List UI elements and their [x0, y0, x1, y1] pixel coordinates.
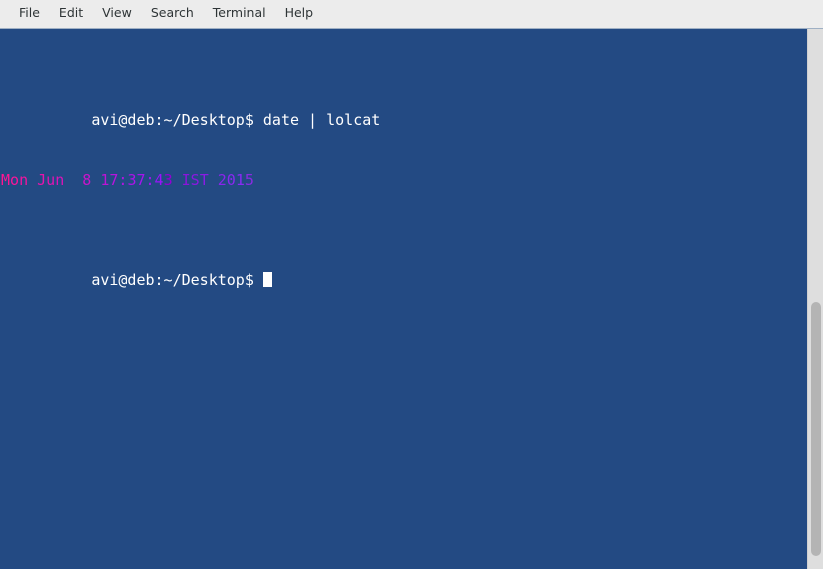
- lolcat-char: T: [199, 171, 209, 189]
- lolcat-char: 8: [82, 171, 92, 189]
- command-text: date | lolcat: [262, 111, 381, 129]
- menu-item-search[interactable]: Search: [142, 4, 203, 24]
- menu-bar: File Edit View Search Terminal Help: [0, 0, 823, 29]
- menu-item-edit[interactable]: Edit: [50, 4, 92, 24]
- terminal-line-output: Mon Jun 8 17:37:43 IST 2015: [1, 170, 807, 190]
- lolcat-char: n: [55, 171, 65, 189]
- terminal-window: File Edit View Search Terminal Help avi@…: [0, 0, 823, 569]
- lolcat-char: [73, 171, 82, 189]
- lolcat-char: 4: [154, 171, 164, 189]
- lolcat-char: 3: [163, 171, 173, 189]
- menu-item-terminal[interactable]: Terminal: [204, 4, 275, 24]
- lolcat-char: :: [145, 171, 155, 189]
- terminal-screen[interactable]: avi@deb:~/Desktop$ date | lolcat Mon Jun…: [0, 29, 807, 569]
- terminal-line-command: avi@deb:~/Desktop$ date | lolcat: [1, 90, 807, 129]
- lolcat-char: [173, 171, 182, 189]
- lolcat-char: [28, 171, 37, 189]
- lolcat-char: 1: [235, 171, 245, 189]
- terminal-area: avi@deb:~/Desktop$ date | lolcat Mon Jun…: [0, 29, 823, 569]
- lolcat-char: I: [181, 171, 191, 189]
- terminal-scrollbar[interactable]: [807, 29, 823, 569]
- shell-prompt-2: avi@deb:~/Desktop$: [91, 271, 263, 289]
- block-cursor-icon: [262, 272, 272, 287]
- lolcat-char: 2: [217, 171, 227, 189]
- terminal-line-prompt: avi@deb:~/Desktop$: [1, 250, 807, 289]
- lolcat-char: M: [1, 171, 11, 189]
- lolcat-char: [91, 171, 100, 189]
- lolcat-char: n: [19, 171, 29, 189]
- lolcat-char: 7: [136, 171, 146, 189]
- menu-item-view[interactable]: View: [93, 4, 141, 24]
- lolcat-char: 5: [244, 171, 254, 189]
- lolcat-char: [209, 171, 218, 189]
- scrollbar-thumb[interactable]: [811, 302, 821, 556]
- terminal-output: avi@deb:~/Desktop$ date | lolcat Mon Jun…: [1, 30, 807, 569]
- lolcat-char: S: [190, 171, 200, 189]
- lolcat-char: o: [10, 171, 20, 189]
- lolcat-char: 0: [226, 171, 236, 189]
- lolcat-char: u: [46, 171, 56, 189]
- menu-item-help[interactable]: Help: [276, 4, 323, 24]
- lolcat-char: [64, 171, 73, 189]
- lolcat-char: J: [37, 171, 47, 189]
- shell-prompt: avi@deb:~/Desktop$: [91, 111, 263, 129]
- menu-item-file[interactable]: File: [10, 4, 49, 24]
